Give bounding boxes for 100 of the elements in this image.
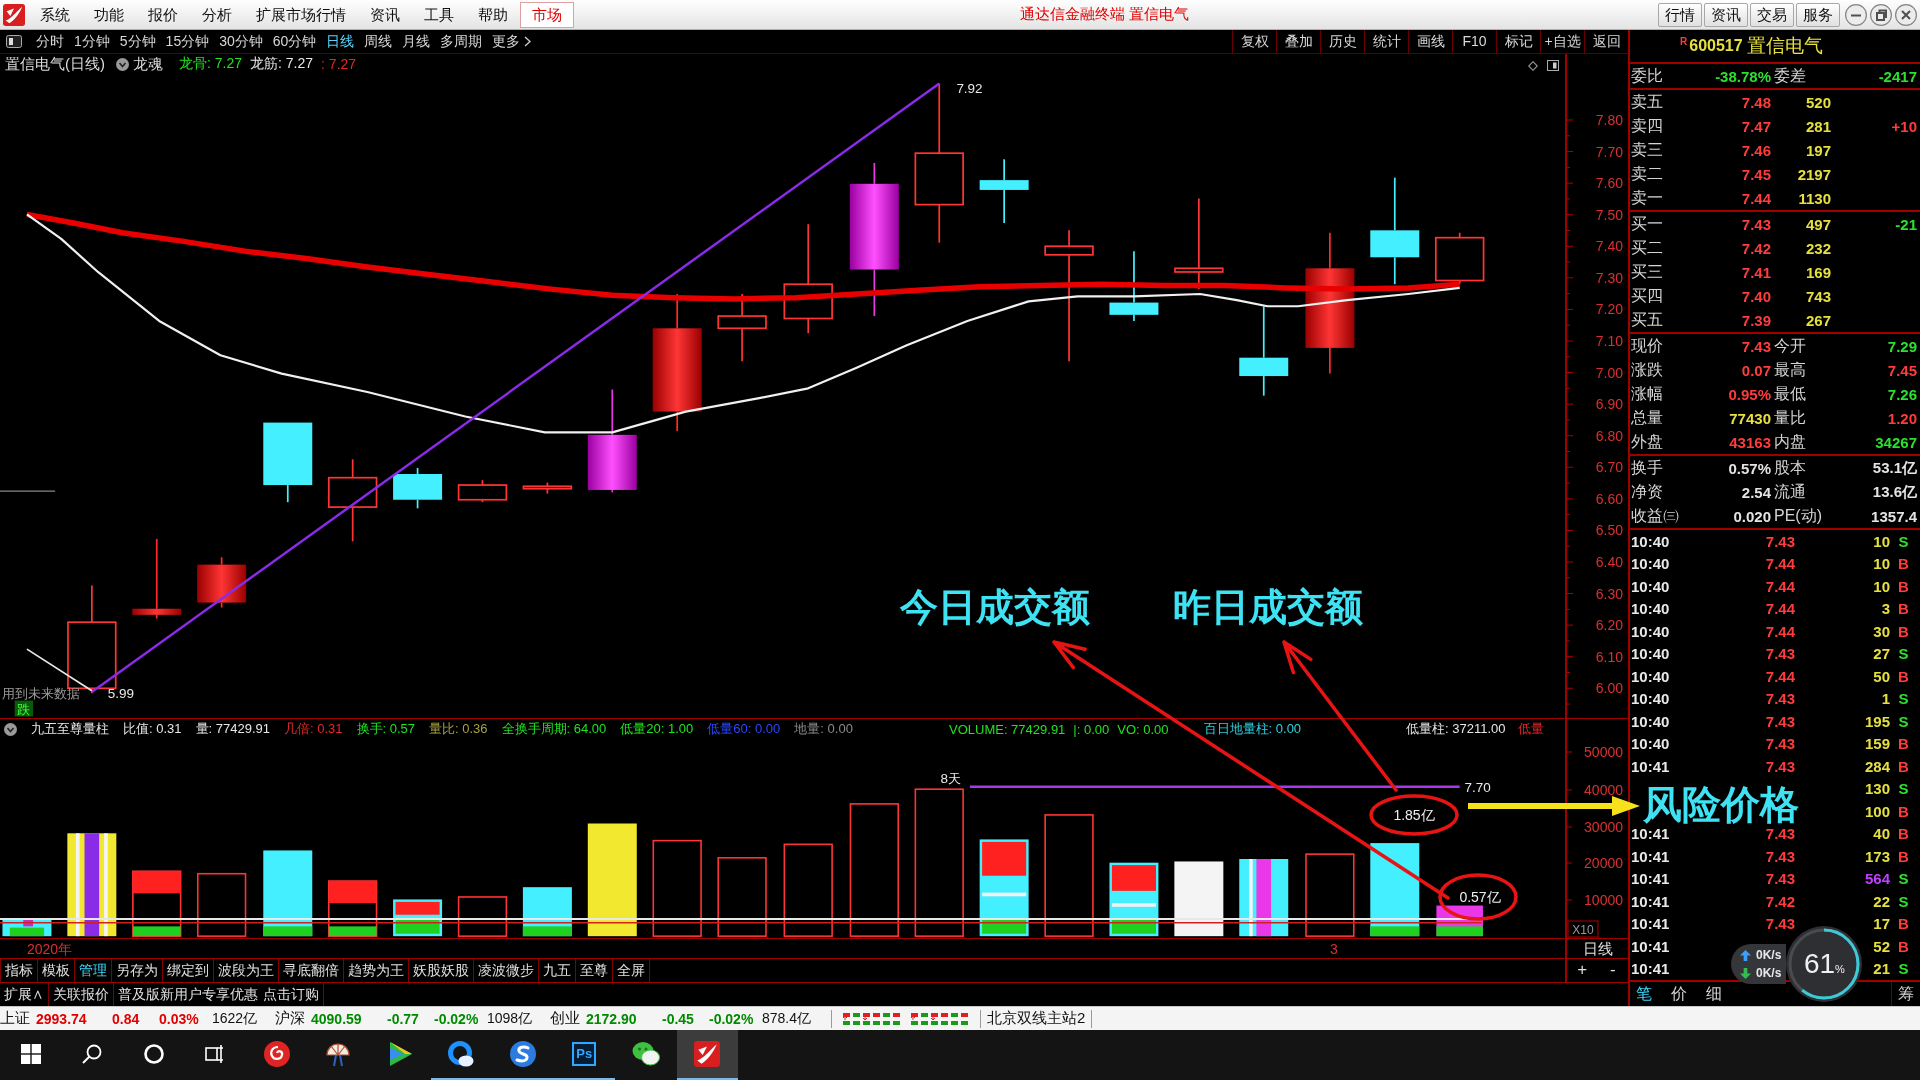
quote-value: 0.07 — [1741, 361, 1771, 379]
zoom-button[interactable]: + — [1567, 959, 1598, 982]
tick-volume: 10 — [1873, 577, 1890, 595]
price-axis-label: 7.20 — [1595, 301, 1623, 318]
order-price: 7.42 — [1741, 239, 1771, 257]
date-axis-label: 3 — [1330, 941, 1338, 957]
price-axis-label: 6.00 — [1595, 680, 1623, 697]
toolbar-button[interactable]: 统计 — [1364, 30, 1408, 53]
subscribe-link[interactable]: 点击订购 — [263, 983, 319, 1006]
toolbar-button[interactable]: 交易 — [1750, 2, 1794, 27]
restore-icon[interactable] — [1870, 3, 1892, 26]
order-price: 7.43 — [1741, 215, 1771, 233]
toolbar-button[interactable]: 画线 — [1408, 30, 1452, 53]
menu-item[interactable]: 市场 — [520, 1, 574, 28]
windows-logo-icon[interactable] — [20, 1044, 41, 1064]
tick-time: 10:40 — [1631, 667, 1670, 685]
menu-item[interactable]: 工具 — [412, 1, 466, 28]
price-axis-label: 7.50 — [1595, 206, 1623, 223]
period-tab[interactable]: 30分钟 — [214, 30, 268, 53]
menu-item[interactable]: 报价 — [136, 1, 190, 28]
toolbar-button[interactable]: 标记 — [1496, 30, 1540, 53]
app-logo-icon[interactable] — [3, 3, 25, 26]
ring-app-icon[interactable] — [448, 1041, 475, 1067]
tick-volume: 284 — [1864, 757, 1890, 775]
menu-item[interactable]: 分析 — [190, 1, 244, 28]
circle-icon[interactable] — [143, 1044, 164, 1064]
period-tab[interactable]: 60分钟 — [267, 30, 322, 53]
detail-tab[interactable]: 笔 — [1630, 982, 1658, 1006]
quote-value: -38.78% — [1715, 67, 1771, 85]
fan-app-icon[interactable] — [325, 1041, 352, 1067]
order-level-label: 卖五 — [1631, 91, 1663, 112]
order-price: 7.40 — [1741, 287, 1771, 305]
toolbar-button[interactable]: 叠加 — [1276, 30, 1320, 53]
period-tab[interactable]: 月线 — [397, 30, 436, 53]
panel-toggle-icon[interactable] — [1547, 60, 1559, 71]
dropdown-icon[interactable] — [4, 722, 17, 736]
period-tab[interactable]: 1分钟 — [69, 30, 115, 53]
stock-code: 600517 — [1689, 37, 1743, 55]
tick-side: B — [1898, 667, 1909, 685]
menu-item[interactable]: 系统 — [28, 1, 82, 28]
annotation-label: 风险价格 — [1643, 784, 1799, 826]
quote-value: 1357.4 — [1871, 507, 1917, 525]
order-price: 7.41 — [1741, 263, 1771, 281]
letter-tile-icon[interactable]: Ps — [572, 1042, 597, 1066]
taskbar-button[interactable] — [676, 1030, 738, 1080]
diamond-icon[interactable] — [1528, 60, 1538, 71]
app-logo-icon[interactable] — [694, 1041, 721, 1067]
period-tab[interactable]: 日线 — [321, 30, 360, 53]
period-tab[interactable]: 更多 — [487, 30, 537, 53]
price-axis-label: 6.40 — [1595, 554, 1623, 570]
toolbar-button[interactable]: 复权 — [1232, 30, 1276, 53]
tick-side: B — [1898, 937, 1909, 955]
tick-side: S — [1898, 870, 1909, 888]
menu-item[interactable]: 功能 — [82, 1, 136, 28]
period-tab[interactable]: 分时 — [31, 30, 69, 53]
taskbar-button[interactable]: Ps — [553, 1030, 615, 1080]
toolbar-button[interactable]: +自选 — [1540, 30, 1584, 53]
detail-tab[interactable]: 细 — [1700, 982, 1728, 1006]
indicator-readout: 百日地量柱: 0.00 — [1203, 720, 1302, 738]
tick-side: B — [1898, 735, 1909, 753]
period-tab[interactable]: 周线 — [359, 30, 398, 53]
zoom-button[interactable]: - — [1597, 959, 1628, 982]
toolbar-button[interactable]: 行情 — [1658, 2, 1702, 27]
indicator-name[interactable]: 龙魂 — [133, 54, 163, 74]
search-icon[interactable] — [82, 1044, 103, 1064]
index-percent: -0.02% — [434, 1010, 480, 1027]
price-axis-label: 6.60 — [1595, 490, 1623, 507]
chat-bubbles-icon[interactable] — [631, 1041, 660, 1067]
indicator-readout: 低量60: 0.00 — [707, 720, 781, 738]
period-tab[interactable]: 15分钟 — [160, 30, 215, 53]
menu-item[interactable]: 扩展市场行情 — [244, 1, 358, 28]
detail-tab[interactable]: 价 — [1665, 982, 1693, 1006]
tick-price: 7.43 — [1765, 735, 1795, 753]
menu-item[interactable]: 资讯 — [358, 1, 412, 28]
minimize-icon[interactable] — [1845, 3, 1867, 26]
tick-side: S — [1898, 780, 1909, 798]
toolbar-button[interactable]: 服务 — [1796, 2, 1840, 27]
swirl-app-icon[interactable] — [509, 1041, 536, 1067]
tick-volume: 27 — [1873, 645, 1890, 663]
tick-time: 10:40 — [1631, 577, 1670, 595]
dropdown-icon[interactable] — [116, 57, 129, 71]
toolbar-button[interactable]: F10 — [1452, 30, 1496, 53]
order-level-label: 卖一 — [1631, 187, 1663, 208]
quote-value: 0.020 — [1733, 507, 1771, 525]
tick-time: 10:40 — [1631, 735, 1670, 753]
menu-item[interactable]: 帮助 — [466, 1, 520, 28]
period-tab[interactable]: 多周期 — [435, 30, 488, 53]
period-tab[interactable]: 5分钟 — [114, 30, 161, 53]
disc-app-icon[interactable] — [263, 1041, 290, 1067]
volume-axis-label: 30000 — [1584, 819, 1623, 835]
promo-text: 普及版新用户专享优惠 — [118, 985, 258, 1004]
close-icon[interactable] — [1895, 3, 1917, 26]
toolbar-button[interactable]: 历史 — [1320, 30, 1364, 53]
indicator-readout: 低量 — [1518, 720, 1545, 738]
panel-toggle-icon[interactable] — [6, 35, 22, 48]
order-level-label: 买一 — [1631, 213, 1663, 234]
task-view-icon[interactable] — [205, 1044, 226, 1064]
quote-label: 委差 — [1773, 65, 1806, 86]
order-volume: 743 — [1805, 287, 1831, 305]
toolbar-button[interactable]: 资讯 — [1704, 2, 1748, 27]
